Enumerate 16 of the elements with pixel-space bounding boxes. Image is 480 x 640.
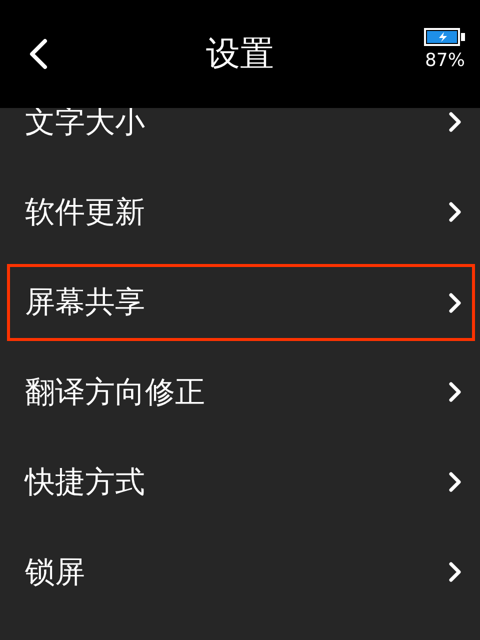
chevron-icon bbox=[448, 292, 462, 314]
settings-item[interactable]: 翻译方向修正 bbox=[7, 347, 475, 437]
settings-item[interactable]: 屏幕共享 bbox=[7, 264, 475, 341]
back-icon[interactable] bbox=[27, 38, 49, 70]
chevron-icon bbox=[448, 561, 462, 583]
settings-item[interactable]: 锁屏 bbox=[7, 527, 475, 617]
chevron-icon bbox=[448, 471, 462, 493]
chevron-icon bbox=[448, 201, 462, 223]
chevron-icon bbox=[448, 381, 462, 403]
screen-title: 设置 bbox=[206, 33, 274, 76]
settings-item[interactable]: 文字大小 bbox=[7, 108, 475, 167]
chevron-icon bbox=[448, 111, 462, 133]
settings-item[interactable]: 软件更新 bbox=[7, 167, 475, 257]
battery-icon bbox=[424, 28, 466, 46]
battery-percentage: 87% bbox=[424, 50, 465, 71]
settings-item[interactable]: 快捷方式 bbox=[7, 437, 475, 527]
